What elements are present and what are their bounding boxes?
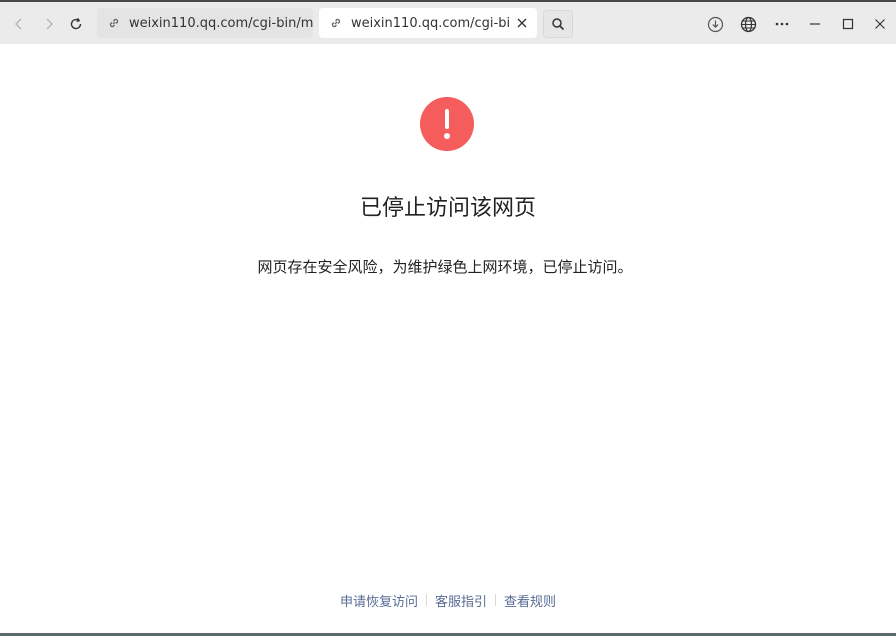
- maximize-button[interactable]: [837, 13, 859, 35]
- refresh-button[interactable]: [65, 13, 87, 35]
- globe-icon: [740, 16, 756, 32]
- search-button[interactable]: [543, 10, 573, 38]
- maximize-icon: [842, 18, 854, 30]
- download-icon: [707, 16, 723, 32]
- page-description: 网页存在安全风险，为维护绿色上网环境，已停止访问。: [257, 258, 633, 276]
- warning-icon-bar: [445, 109, 449, 129]
- appeal-link[interactable]: 申请恢复访问: [340, 591, 418, 610]
- minimize-icon: [810, 23, 820, 25]
- download-button[interactable]: [704, 13, 726, 35]
- minimize-button[interactable]: [804, 13, 826, 35]
- footer-links: 申请恢复访问 客服指引 查看规则: [0, 590, 896, 610]
- tab-inactive[interactable]: weixin110.qq.com/cgi-bin/mmsupport: [97, 8, 313, 38]
- refresh-icon: [70, 17, 82, 30]
- window-close-icon: [875, 19, 885, 29]
- tab-title: weixin110.qq.com/cgi-bin/mmsupport: [351, 15, 511, 31]
- more-button[interactable]: [771, 13, 793, 35]
- window-close-button[interactable]: [869, 13, 891, 35]
- more-icon: [775, 22, 789, 26]
- warning-icon-dot: [444, 133, 450, 139]
- tab-active[interactable]: weixin110.qq.com/cgi-bin/mmsupport: [319, 8, 537, 38]
- back-button[interactable]: [8, 13, 30, 35]
- search-icon: [552, 18, 565, 31]
- customer-service-link[interactable]: 客服指引: [435, 591, 487, 610]
- warning-icon: [420, 97, 474, 151]
- divider: [495, 594, 496, 606]
- link-icon: [109, 18, 119, 28]
- close-icon[interactable]: [515, 16, 529, 30]
- forward-icon: [46, 18, 53, 30]
- link-icon: [331, 18, 341, 28]
- rules-link[interactable]: 查看规则: [504, 591, 556, 610]
- browser-toolbar: weixin110.qq.com/cgi-bin/mmsupport weixi…: [0, 0, 896, 44]
- page-title: 已停止访问该网页: [359, 196, 536, 221]
- forward-button[interactable]: [38, 13, 60, 35]
- divider: [425, 594, 427, 606]
- tab-title: weixin110.qq.com/cgi-bin/mmsupport: [129, 15, 313, 31]
- back-icon: [15, 18, 22, 30]
- globe-button[interactable]: [737, 13, 759, 35]
